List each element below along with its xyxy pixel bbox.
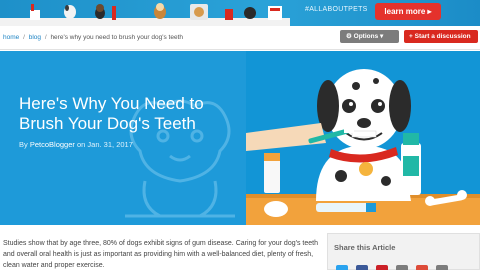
dog-toothbrush-illustration bbox=[246, 51, 480, 225]
breadcrumb-blog-link[interactable]: blog bbox=[29, 34, 41, 41]
share-icon-row bbox=[336, 265, 448, 270]
caret-down-icon: ▾ bbox=[378, 33, 384, 40]
banner-illustration bbox=[0, 3, 290, 26]
author-link[interactable]: PetcoBlogger bbox=[30, 140, 75, 149]
breadcrumb-separator: / bbox=[23, 34, 25, 41]
options-button[interactable]: ⚙ Options ▾ bbox=[340, 30, 399, 43]
email-icon[interactable] bbox=[396, 265, 408, 270]
share-icon[interactable] bbox=[436, 265, 448, 270]
article-title: Here's Why You Need to Brush Your Dog's … bbox=[19, 94, 204, 133]
breadcrumb-home-link[interactable]: home bbox=[3, 34, 19, 41]
article-byline: By PetcoBlogger on Jan. 31, 2017 bbox=[19, 140, 133, 149]
promo-banner[interactable]: #ALLABOUTPETS learn more ▸ bbox=[0, 0, 480, 26]
article-intro: Studies show that by age three, 80% of d… bbox=[3, 240, 318, 269]
google-plus-icon[interactable] bbox=[416, 265, 428, 270]
banner-hashtag: #ALLABOUTPETS bbox=[305, 6, 368, 13]
header-divider bbox=[0, 49, 480, 50]
twitter-icon[interactable] bbox=[336, 265, 348, 270]
byline-date-prefix: on bbox=[76, 140, 86, 149]
start-discussion-button[interactable]: + Start a discussion bbox=[404, 30, 478, 43]
pinterest-icon[interactable] bbox=[376, 265, 388, 270]
options-label: Options bbox=[353, 33, 379, 40]
breadcrumb-current: here's why you need to brush your dog's … bbox=[50, 34, 184, 41]
breadcrumb-separator: / bbox=[44, 34, 47, 41]
start-discussion-label: Start a discussion bbox=[414, 33, 471, 40]
gear-icon: ⚙ bbox=[346, 33, 354, 40]
facebook-icon[interactable] bbox=[356, 265, 368, 270]
hero-illustration-panel bbox=[246, 51, 480, 225]
share-panel: Share this Article bbox=[327, 233, 480, 270]
learn-more-button[interactable]: learn more ▸ bbox=[375, 3, 441, 20]
breadcrumb-row: home / blog / here's why you need to bru… bbox=[0, 30, 480, 48]
byline-prefix: By bbox=[19, 140, 28, 149]
publish-date: Jan. 31, 2017 bbox=[87, 140, 133, 149]
article-hero: Here's Why You Need to Brush Your Dog's … bbox=[0, 51, 480, 225]
hero-text-panel: Here's Why You Need to Brush Your Dog's … bbox=[0, 51, 246, 225]
share-title: Share this Article bbox=[334, 243, 396, 252]
breadcrumb: home / blog / here's why you need to bru… bbox=[3, 34, 183, 41]
